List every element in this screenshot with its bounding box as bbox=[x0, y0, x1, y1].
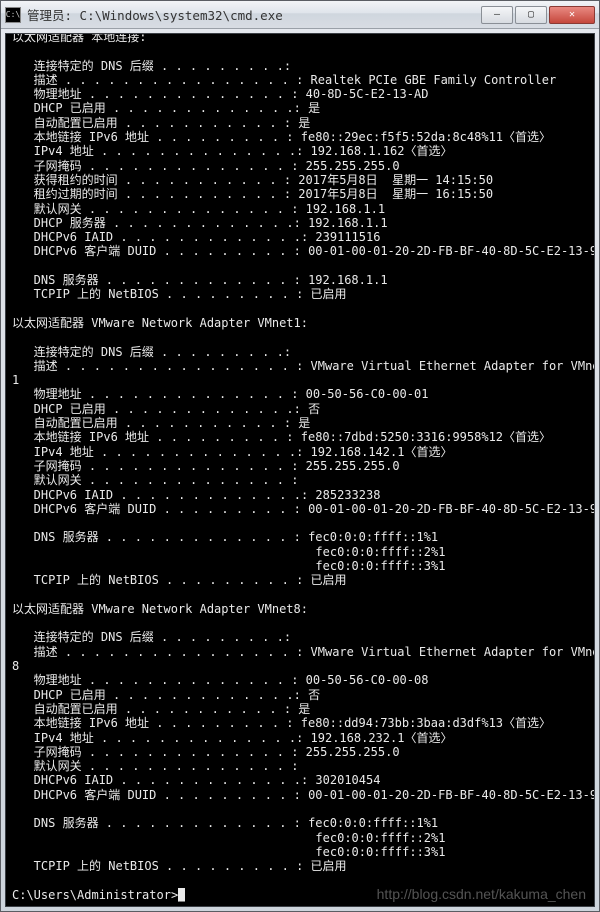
app-icon: C:\ bbox=[5, 7, 21, 23]
cursor: _ bbox=[178, 888, 185, 902]
close-button[interactable]: ✕ bbox=[549, 6, 595, 24]
terminal-output[interactable]: 以太网适配器 本地连接: 连接特定的 DNS 后缀 . . . . . . . … bbox=[6, 34, 594, 906]
titlebar[interactable]: C:\ 管理员: C:\Windows\system32\cmd.exe — ▢… bbox=[1, 1, 599, 29]
terminal-area: 以太网适配器 本地连接: 连接特定的 DNS 后缀 . . . . . . . … bbox=[5, 33, 595, 907]
window-title: 管理员: C:\Windows\system32\cmd.exe bbox=[27, 5, 479, 24]
window-buttons: — ▢ ✕ bbox=[479, 6, 595, 24]
minimize-icon: — bbox=[494, 9, 500, 20]
close-icon: ✕ bbox=[569, 9, 575, 20]
maximize-icon: ▢ bbox=[528, 9, 534, 20]
maximize-button[interactable]: ▢ bbox=[515, 6, 547, 24]
cmd-window: C:\ 管理员: C:\Windows\system32\cmd.exe — ▢… bbox=[0, 0, 600, 912]
app-icon-glyph: C:\ bbox=[6, 10, 20, 19]
minimize-button[interactable]: — bbox=[481, 6, 513, 24]
